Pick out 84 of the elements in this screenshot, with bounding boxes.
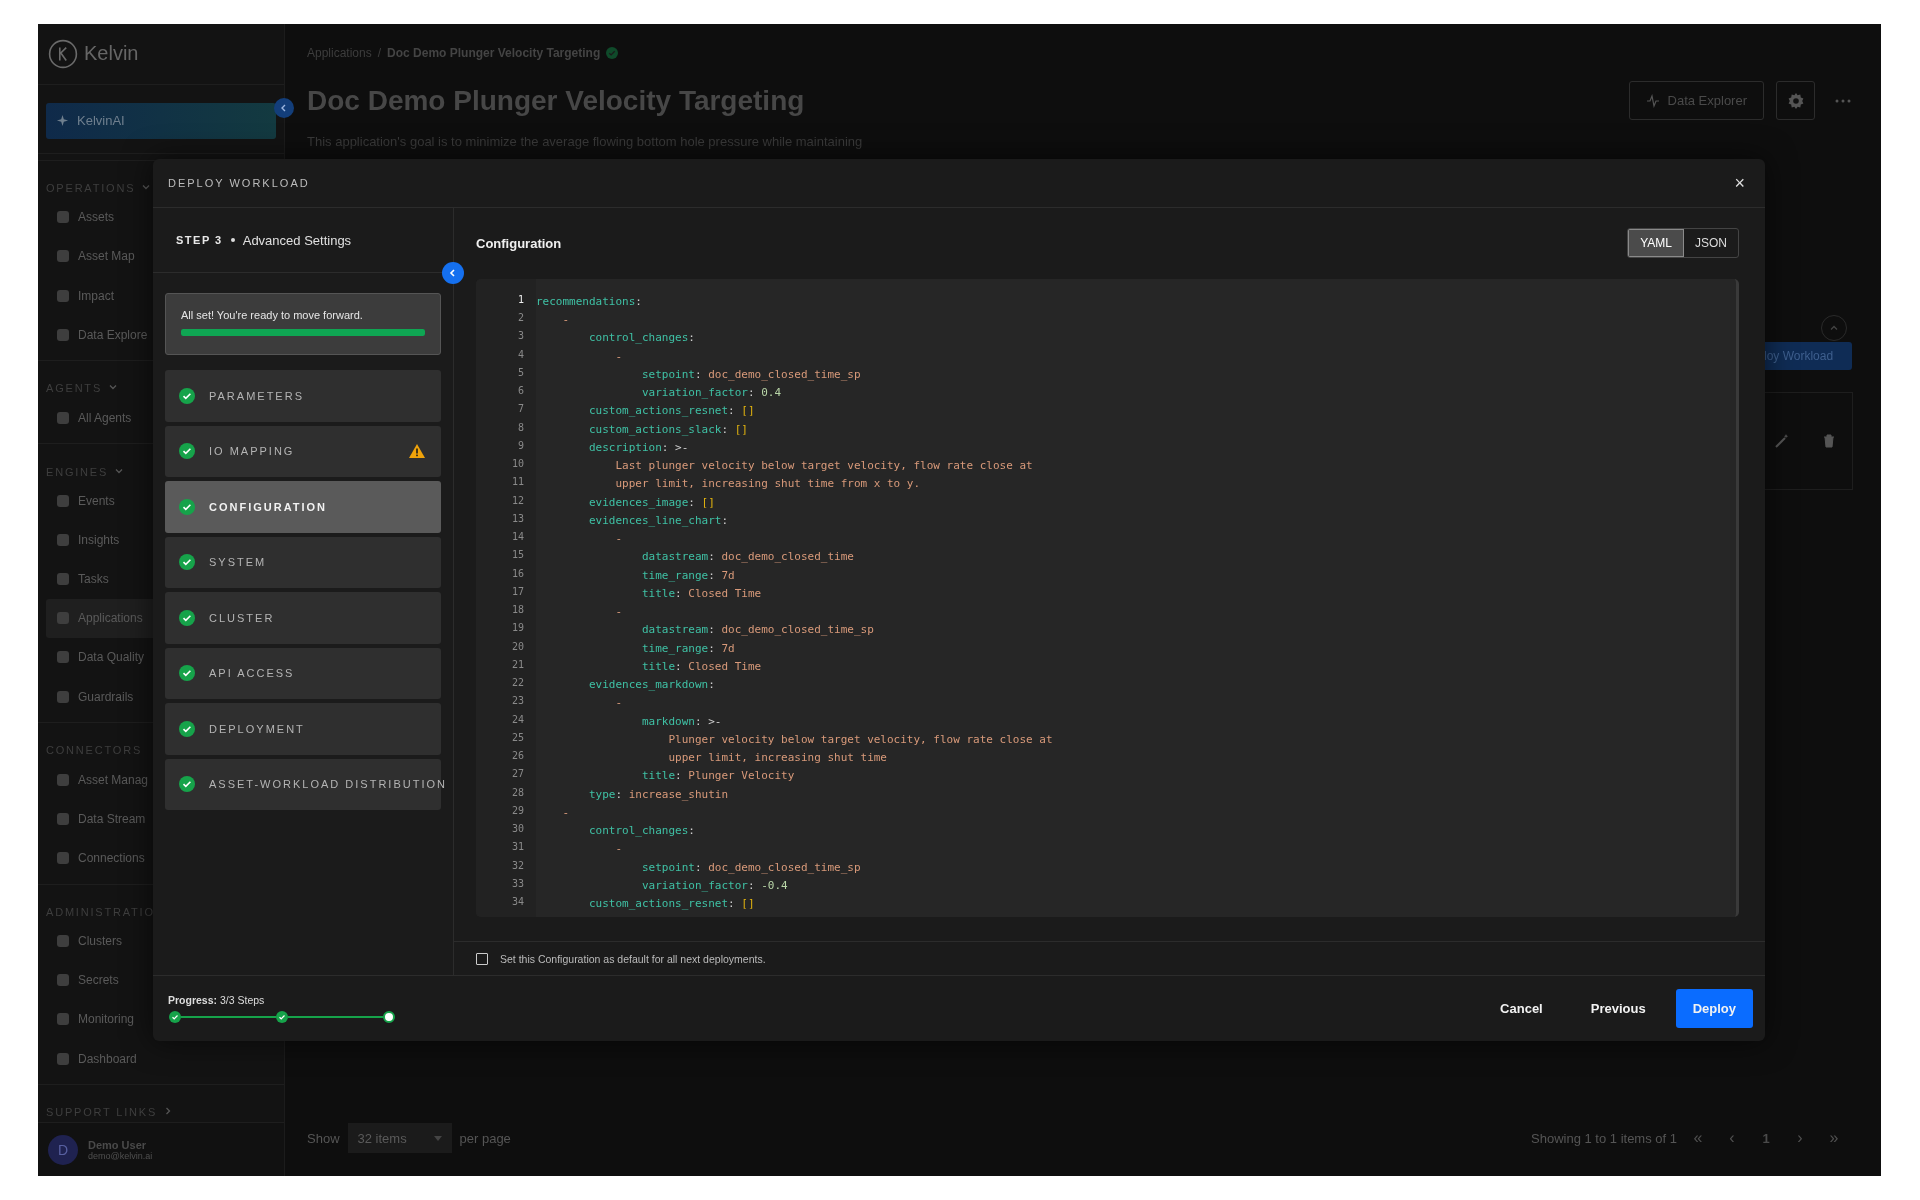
line-number: 28 bbox=[511, 785, 524, 800]
code-line: upper limit, increasing shut time bbox=[667, 751, 887, 765]
code-line: - bbox=[561, 805, 570, 819]
code-line: evidences_markdown: bbox=[587, 678, 715, 692]
code-line: title: Closed Time bbox=[640, 586, 762, 600]
line-number: 4 bbox=[517, 347, 524, 362]
line-number: 22 bbox=[511, 676, 524, 691]
logo-text: Kelvin bbox=[84, 42, 139, 66]
pagination-summary: Showing 1 to 1 items of 1 bbox=[1531, 1130, 1677, 1146]
line-number: 25 bbox=[511, 730, 524, 745]
code-line: - bbox=[561, 313, 570, 327]
line-number: 27 bbox=[511, 767, 524, 782]
configuration-heading: Configuration bbox=[476, 235, 562, 251]
code-line: type: increase_shutin bbox=[587, 787, 729, 801]
code-line: datastream: doc_demo_closed_time_sp bbox=[640, 623, 874, 637]
line-number: 31 bbox=[511, 840, 524, 855]
line-number: 14 bbox=[511, 530, 524, 545]
code-line: time_range: 7d bbox=[640, 641, 735, 655]
line-number: 33 bbox=[511, 876, 524, 891]
line-number: 7 bbox=[517, 402, 524, 417]
code-line: title: Closed Time bbox=[640, 659, 762, 673]
step-name: Advanced Settings bbox=[242, 232, 352, 248]
code-line: variation_factor: -0.4 bbox=[640, 878, 788, 892]
user-email: demo@kelvin.ai bbox=[88, 1150, 153, 1161]
line-number: 24 bbox=[511, 712, 524, 727]
code-line: - bbox=[614, 696, 623, 710]
line-number: 30 bbox=[511, 822, 524, 837]
line-number: 10 bbox=[511, 457, 524, 472]
code-line: Last plunger velocity below target velocity, flow rate close at bbox=[614, 459, 1033, 473]
line-number: 6 bbox=[517, 384, 524, 399]
code-line: evidences_line_chart: bbox=[587, 513, 729, 527]
code-line: - bbox=[614, 842, 623, 856]
code-line: setpoint: doc_demo_closed_time_sp bbox=[640, 367, 861, 381]
line-number: 13 bbox=[511, 511, 524, 526]
line-number: 16 bbox=[511, 566, 524, 581]
per-page-label: per page bbox=[459, 1130, 511, 1146]
code-line: setpoint: doc_demo_closed_time_sp bbox=[640, 860, 861, 874]
line-number: 19 bbox=[511, 621, 524, 636]
line-number: 17 bbox=[511, 584, 524, 599]
checkbox-label: Set this Configuration as default for all next deployments. bbox=[500, 952, 766, 965]
code-line: evidences_image: [] bbox=[587, 495, 715, 509]
breadcrumb-separator: / bbox=[377, 46, 382, 60]
code-line: control_changes: bbox=[587, 824, 695, 838]
line-number: 5 bbox=[517, 365, 524, 380]
step-number: STEP 3 bbox=[176, 234, 223, 246]
ready-message: All set! You're ready to move forward. bbox=[181, 309, 364, 321]
line-number: 12 bbox=[511, 493, 524, 508]
dialog-title: DEPLOY WORKLOAD bbox=[168, 177, 310, 189]
user-name: Demo User bbox=[88, 1138, 148, 1151]
code-line: - bbox=[614, 605, 623, 619]
code-line: description: >- bbox=[587, 440, 689, 454]
line-number: 11 bbox=[511, 475, 524, 490]
progress-label: Progress: 3/3 Steps bbox=[168, 994, 266, 1006]
code-line: variation_factor: 0.4 bbox=[640, 386, 782, 400]
user-avatar: D bbox=[48, 1134, 78, 1165]
code-line: upper limit, increasing shut time from x to y. bbox=[614, 477, 921, 491]
code-line: custom_actions_resnet: [] bbox=[587, 897, 755, 911]
code-line: - bbox=[614, 532, 623, 546]
code-line: recommendations: bbox=[536, 294, 642, 308]
line-number: 21 bbox=[511, 657, 524, 672]
code-line: custom_actions_slack: [] bbox=[587, 422, 748, 436]
line-number: 9 bbox=[517, 438, 524, 453]
code-line: datastream: doc_demo_closed_time bbox=[640, 550, 854, 564]
page-title: Doc Demo Plunger Velocity Targeting bbox=[307, 84, 805, 117]
line-number: 1 bbox=[517, 292, 524, 307]
code-line: custom_actions_resnet: [] bbox=[587, 404, 755, 418]
line-number: 8 bbox=[517, 420, 524, 435]
code-line: - bbox=[614, 349, 623, 363]
line-number: 26 bbox=[511, 749, 524, 764]
line-number: 18 bbox=[511, 603, 524, 618]
code-line: title: Plunger Velocity bbox=[640, 769, 795, 783]
line-number: 3 bbox=[517, 329, 524, 344]
line-number: 15 bbox=[511, 548, 524, 563]
show-label: Show bbox=[307, 1130, 340, 1146]
line-number: 34 bbox=[511, 895, 524, 910]
code-line: Plunger velocity below target velocity, flow rate close at bbox=[667, 732, 1053, 746]
code-line: control_changes: bbox=[587, 331, 695, 345]
code-line: time_range: 7d bbox=[640, 568, 735, 582]
line-number: 2 bbox=[517, 311, 524, 326]
code-line: markdown: >- bbox=[640, 714, 722, 728]
line-number: 32 bbox=[511, 858, 524, 873]
line-number: 20 bbox=[511, 639, 524, 654]
line-number: 29 bbox=[511, 803, 524, 818]
line-number: 23 bbox=[511, 694, 524, 709]
